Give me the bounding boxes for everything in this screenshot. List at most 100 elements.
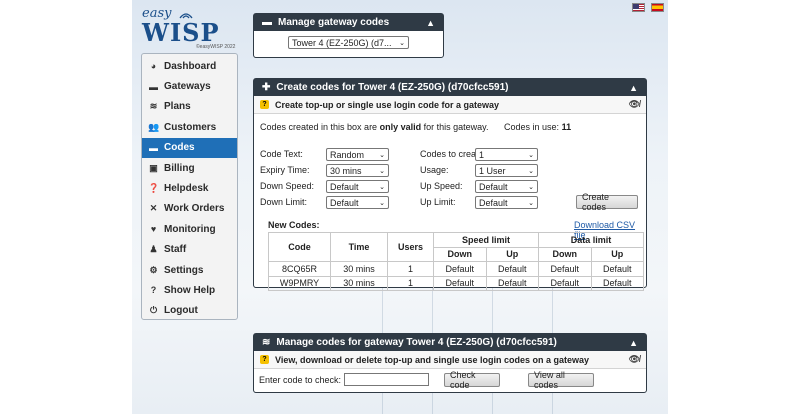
sidebar-item-label: Monitoring — [164, 223, 216, 235]
usage-value: 1 User — [479, 165, 506, 176]
spain-flag-icon[interactable] — [651, 3, 664, 12]
code-text-select[interactable]: Random ⌄ — [326, 148, 389, 161]
billing-icon: ▣ — [149, 162, 158, 173]
sidebar-item-logout[interactable]: ⏻ Logout — [142, 301, 237, 321]
wrench-icon: ✕ — [149, 203, 158, 214]
codes-in-use: Codes in use: 11 — [504, 122, 571, 132]
new-codes-table: Code Time Users Speed limit Data limit D… — [268, 232, 644, 291]
help-icon[interactable]: ? — [260, 355, 269, 364]
sidebar-item-label: Codes — [164, 142, 195, 154]
down-limit-select[interactable]: Default ⌄ — [326, 196, 389, 209]
cell-code: 8CQ65R — [268, 261, 331, 277]
codes-icon: ▬ — [262, 17, 272, 28]
codes-to-create-select[interactable]: 1 ⌄ — [475, 148, 538, 161]
collapse-icon[interactable]: ▲ — [629, 338, 638, 348]
sidebar-item-helpdesk[interactable]: ❓ Helpdesk — [142, 178, 237, 198]
column-header-data-limit: Data limit — [538, 232, 644, 248]
check-code-input[interactable] — [344, 373, 429, 386]
heart-icon: ♥ — [150, 224, 157, 235]
create-codes-button[interactable]: Create codes — [576, 192, 638, 212]
hide-help-icon[interactable]: 👁︎̸ — [629, 99, 640, 110]
cell-code: W9PMRY — [268, 275, 331, 291]
cell-users: 1 — [387, 275, 434, 291]
sidebar-item-label: Plans — [164, 101, 191, 113]
column-header-data-up: Up — [590, 246, 644, 262]
sidebar-item-settings[interactable]: ⚙ Settings — [142, 260, 237, 280]
sidebar-item-plans[interactable]: ≋ Plans — [142, 97, 237, 117]
cell-speed-down: Default — [433, 261, 487, 277]
sidebar-item-show-help[interactable]: ? Show Help — [142, 280, 237, 300]
down-speed-label: Down Speed: — [260, 181, 315, 191]
usage-select[interactable]: 1 User ⌄ — [475, 164, 538, 177]
create-panel-subtitle: Create top-up or single use login code f… — [275, 99, 500, 110]
up-limit-label: Up Limit: — [420, 197, 456, 207]
gateway-panel-title: Manage gateway codes — [278, 17, 390, 28]
cell-time: 30 mins — [330, 261, 388, 277]
column-header-speed-down: Down — [433, 246, 487, 262]
create-codes-panel: ✚ Create codes for Tower 4 (EZ-250G) (d7… — [253, 78, 647, 291]
code-text-label: Code Text: — [260, 149, 303, 159]
codes-icon: ▬ — [149, 142, 158, 153]
chevron-down-icon: ⌄ — [528, 199, 534, 207]
collapse-icon[interactable]: ▲ — [629, 83, 638, 93]
staff-icon: ♟ — [149, 244, 158, 255]
helpdesk-icon: ❓ — [148, 183, 160, 194]
manage-codes-panel: ≋ Manage codes for gateway Tower 4 (EZ-2… — [253, 333, 647, 393]
check-code-button[interactable]: Check code — [444, 370, 500, 390]
usage-label: Usage: — [420, 165, 449, 175]
us-flag-icon[interactable] — [632, 3, 645, 12]
easywisp-logo[interactable]: easy WISP ©easyWISP 2022 — [138, 6, 242, 50]
validity-notice: Codes created in this box are only valid… — [260, 122, 488, 132]
notice-bold: only valid — [379, 122, 422, 132]
column-header-code: Code — [268, 232, 331, 262]
new-codes-label: New Codes: — [268, 220, 320, 230]
cell-speed-up: Default — [485, 261, 539, 277]
collapse-icon[interactable]: ▲ — [426, 18, 435, 28]
sidebar-item-label: Helpdesk — [164, 183, 209, 195]
view-all-codes-button[interactable]: View all codes — [528, 370, 594, 390]
sidebar-item-customers[interactable]: 👥 Customers — [142, 117, 237, 137]
notice-text: Codes created in this box are — [260, 122, 380, 132]
gateway-select[interactable]: Tower 4 (EZ-250G) (d7... ⌄ — [288, 36, 409, 49]
chevron-down-icon: ⌄ — [528, 183, 534, 191]
sidebar-item-label: Billing — [164, 162, 195, 174]
column-header-time: Time — [330, 232, 388, 262]
codes-in-use-label: Codes in use: — [504, 122, 560, 132]
codes-stack-icon: ≋ — [262, 337, 271, 348]
chevron-down-icon: ⌄ — [399, 39, 405, 47]
codes-in-use-count: 11 — [561, 122, 572, 132]
sidebar-item-dashboard[interactable]: ◕ Dashboard — [142, 56, 237, 76]
hide-help-icon[interactable]: 👁︎̸ — [629, 354, 640, 365]
sidebar-item-staff[interactable]: ♟ Staff — [142, 240, 237, 260]
table-row: 8CQ65R 30 mins 1 Default Default Default… — [268, 261, 644, 277]
chevron-down-icon: ⌄ — [528, 167, 534, 175]
up-speed-value: Default — [479, 181, 508, 192]
down-limit-label: Down Limit: — [260, 197, 308, 207]
sidebar-item-gateways[interactable]: ▬ Gateways — [142, 76, 237, 96]
check-code-label: Enter code to check: — [259, 375, 342, 385]
create-panel-title: Create codes for Tower 4 (EZ-250G) (d70c… — [276, 82, 509, 93]
chevron-down-icon: ⌄ — [379, 167, 385, 175]
cell-data-down: Default — [538, 261, 592, 277]
up-limit-select[interactable]: Default ⌄ — [475, 196, 538, 209]
gateway-panel-header: ▬ Manage gateway codes ▲ — [254, 14, 443, 31]
dashboard-icon: ◕ — [150, 61, 157, 72]
manage-panel-header: ≋ Manage codes for gateway Tower 4 (EZ-2… — [254, 334, 646, 351]
plans-icon: ≋ — [149, 101, 158, 112]
sidebar-item-billing[interactable]: ▣ Billing — [142, 158, 237, 178]
sidebar-item-codes[interactable]: ▬ Codes — [142, 137, 237, 158]
sidebar-item-label: Show Help — [164, 284, 216, 296]
sidebar-item-monitoring[interactable]: ♥ Monitoring — [142, 219, 237, 239]
sidebar-item-work-orders[interactable]: ✕ Work Orders — [142, 199, 237, 219]
help-icon[interactable]: ? — [260, 100, 269, 109]
notice-text-end: for this gateway. — [421, 122, 489, 132]
column-header-speed-up: Up — [485, 246, 539, 262]
sidebar-item-label: Gateways — [164, 81, 211, 93]
expiry-select[interactable]: 30 mins ⌄ — [326, 164, 389, 177]
expiry-value: 30 mins — [330, 165, 362, 176]
down-speed-select[interactable]: Default ⌄ — [326, 180, 389, 193]
up-speed-select[interactable]: Default ⌄ — [475, 180, 538, 193]
column-header-speed-limit: Speed limit — [433, 232, 539, 248]
gateway-panel: ▬ Manage gateway codes ▲ Tower 4 (EZ-250… — [253, 13, 444, 58]
up-speed-label: Up Speed: — [420, 181, 463, 191]
